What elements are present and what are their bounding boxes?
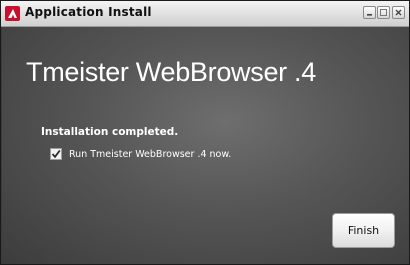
title-bar[interactable]: Application Install — [1, 1, 409, 27]
run-now-label[interactable]: Run Tmeister WebBrowser .4 now. — [69, 149, 231, 160]
adobe-air-icon — [5, 6, 20, 21]
installer-content: Tmeister WebBrowser .4 Installation comp… — [2, 27, 409, 264]
minimize-button[interactable] — [363, 6, 376, 19]
window-title: Application Install — [25, 5, 152, 19]
maximize-button[interactable] — [377, 6, 390, 19]
close-button[interactable] — [392, 6, 405, 19]
run-now-checkbox[interactable] — [50, 148, 62, 160]
install-status: Installation completed. — [41, 126, 179, 138]
run-now-option[interactable]: Run Tmeister WebBrowser .4 now. — [50, 147, 231, 161]
finish-button[interactable]: Finish — [332, 213, 395, 248]
product-title: Tmeister WebBrowser .4 — [26, 57, 316, 87]
installer-window: Application Install Tmeister WebBrowser … — [0, 0, 410, 265]
